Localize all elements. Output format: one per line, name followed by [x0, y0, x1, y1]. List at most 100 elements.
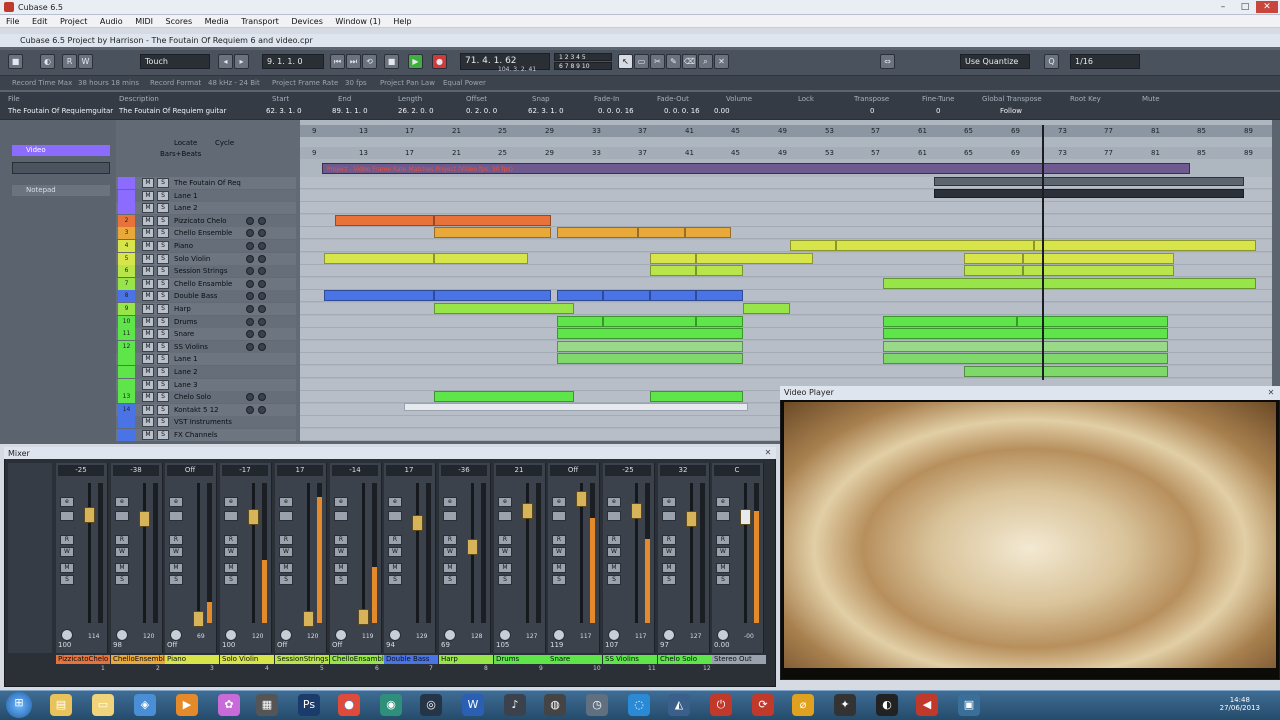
monitor-icon[interactable] [258, 343, 266, 351]
track-mute-button[interactable]: M [142, 405, 154, 415]
track-mute-button[interactable]: M [142, 266, 154, 276]
channel-name[interactable]: Chelo Solo [658, 655, 712, 664]
edit-channel-button[interactable]: e [279, 497, 293, 507]
event-part[interactable] [557, 341, 743, 352]
go-to-start-icon[interactable]: ⏮ [330, 54, 345, 69]
track-row[interactable]: 8 M S Double Bass [116, 290, 296, 302]
monitor-icon[interactable] [258, 242, 266, 250]
fader-value[interactable]: 119 [550, 641, 563, 649]
play-button[interactable]: ▶ [408, 54, 423, 69]
event-part[interactable] [650, 265, 696, 276]
event-part[interactable] [696, 290, 743, 301]
track-solo-button[interactable]: S [157, 266, 169, 276]
infoline-offset[interactable]: 0. 2. 0. 0 [466, 107, 497, 115]
mute-button[interactable]: M [498, 563, 512, 573]
edit-channel-button[interactable]: e [716, 497, 730, 507]
read-button[interactable]: R [60, 535, 74, 545]
edit-channel-button[interactable]: e [169, 497, 183, 507]
fader-handle[interactable] [303, 611, 314, 627]
track-solo-button[interactable]: S [157, 354, 169, 364]
mute-button[interactable]: M [169, 563, 183, 573]
track-solo-button[interactable]: S [157, 178, 169, 188]
track-solo-button[interactable]: S [157, 191, 169, 201]
mute-button[interactable]: M [115, 563, 129, 573]
track-mute-button[interactable]: M [142, 216, 154, 226]
solo-button[interactable]: S [552, 575, 566, 585]
track-mute-button[interactable]: M [142, 291, 154, 301]
track-name[interactable]: Double Bass [174, 290, 217, 302]
monitor-icon[interactable] [258, 406, 266, 414]
nudge-right-button[interactable]: ▸ [234, 54, 249, 69]
fader-handle[interactable] [358, 609, 369, 625]
quantize-mode-select[interactable]: Use Quantize [960, 54, 1030, 69]
record-enable-icon[interactable] [246, 242, 254, 250]
cubase-taskbar-icon[interactable]: ◀ [916, 694, 938, 716]
event-part[interactable] [1017, 316, 1168, 327]
track-row[interactable]: M S FX Channels [116, 429, 296, 441]
track-name[interactable]: The Foutain Of Req [174, 177, 241, 189]
snap-toggle-icon[interactable]: ⇔ [880, 54, 895, 69]
solo-button[interactable]: S [224, 575, 238, 585]
erase-tool-icon[interactable]: ⌫ [682, 54, 697, 69]
ruler-bottom[interactable]: 9 13 17 21 25 29 33 37 41 45 49 53 57 61 65 69 73 77 81 85 8… [300, 147, 1272, 159]
record-button[interactable]: ● [432, 54, 447, 69]
monitor-icon[interactable] [258, 255, 266, 263]
channel-volume-display[interactable]: -25 [605, 465, 651, 476]
word-icon[interactable]: W [462, 694, 484, 716]
event-part[interactable] [696, 253, 813, 264]
pan-knob[interactable] [225, 629, 237, 641]
channel-volume-display[interactable]: -36 [441, 465, 487, 476]
infoline-volume[interactable]: 0.00 [714, 107, 730, 115]
track-name[interactable]: FX Channels [174, 429, 217, 441]
write-button[interactable]: W [169, 547, 183, 557]
track-row[interactable]: M S Lane 3 [116, 379, 296, 391]
track-mute-button[interactable]: M [142, 241, 154, 251]
video-lane-part[interactable] [934, 177, 1244, 186]
track-mute-button[interactable]: M [142, 342, 154, 352]
channel-volume-display[interactable]: 32 [660, 465, 706, 476]
menu-file[interactable]: File [6, 15, 19, 28]
track-row[interactable]: 7 M S Chello Ensamble [116, 278, 296, 290]
event-part[interactable] [557, 227, 638, 238]
edit-channel-button[interactable]: e [388, 497, 402, 507]
read-button[interactable]: R [607, 535, 621, 545]
monitor-icon[interactable] [258, 292, 266, 300]
track-solo-button[interactable]: S [157, 342, 169, 352]
track-mute-button[interactable]: M [142, 191, 154, 201]
channel-volume-display[interactable]: Off [167, 465, 213, 476]
media-player-icon[interactable]: ▶ [176, 694, 198, 716]
film-icon[interactable]: ▦ [256, 694, 278, 716]
marker-buttons-top[interactable]: 1 2 3 4 5 [554, 53, 612, 61]
write-button[interactable]: W [60, 547, 74, 557]
track-row[interactable]: 6 M S Session Strings [116, 265, 296, 277]
channel-volume-display[interactable]: 21 [496, 465, 542, 476]
constrain-delay-button[interactable]: ◐ [40, 54, 55, 69]
channel-volume-display[interactable]: 17 [277, 465, 323, 476]
event-part[interactable] [434, 391, 574, 402]
track-name[interactable]: Pizzicato Chelo [174, 215, 227, 227]
track-name[interactable]: SS Violins [174, 341, 208, 353]
event-part[interactable] [638, 227, 685, 238]
pan-knob[interactable] [170, 629, 182, 641]
track-mute-button[interactable]: M [142, 254, 154, 264]
record-enable-icon[interactable] [246, 255, 254, 263]
inspector-track-buttons[interactable] [12, 162, 110, 174]
globe-icon[interactable]: ◉ [380, 694, 402, 716]
audio-app-icon[interactable]: ◭ [668, 694, 690, 716]
record-format-label[interactable]: Record Format [150, 79, 201, 87]
solo-button[interactable]: S [388, 575, 402, 585]
write-button[interactable]: W [716, 547, 730, 557]
fader-value[interactable]: Off [332, 641, 342, 649]
track-solo-button[interactable]: S [157, 367, 169, 377]
write-button[interactable]: W [552, 547, 566, 557]
mute-button[interactable]: M [388, 563, 402, 573]
channel-name[interactable]: Solo Violin [220, 655, 274, 664]
video-frame[interactable] [784, 402, 1276, 668]
fader-handle[interactable] [248, 509, 259, 525]
window-icon[interactable]: ▣ [958, 694, 980, 716]
read-button[interactable]: R [224, 535, 238, 545]
fader-handle[interactable] [740, 509, 751, 525]
video-track-strip[interactable]: Project - Video Frame Rate Matches Proje… [322, 163, 1190, 174]
browser-icon[interactable]: ◐ [876, 694, 898, 716]
pan-knob[interactable] [389, 629, 401, 641]
